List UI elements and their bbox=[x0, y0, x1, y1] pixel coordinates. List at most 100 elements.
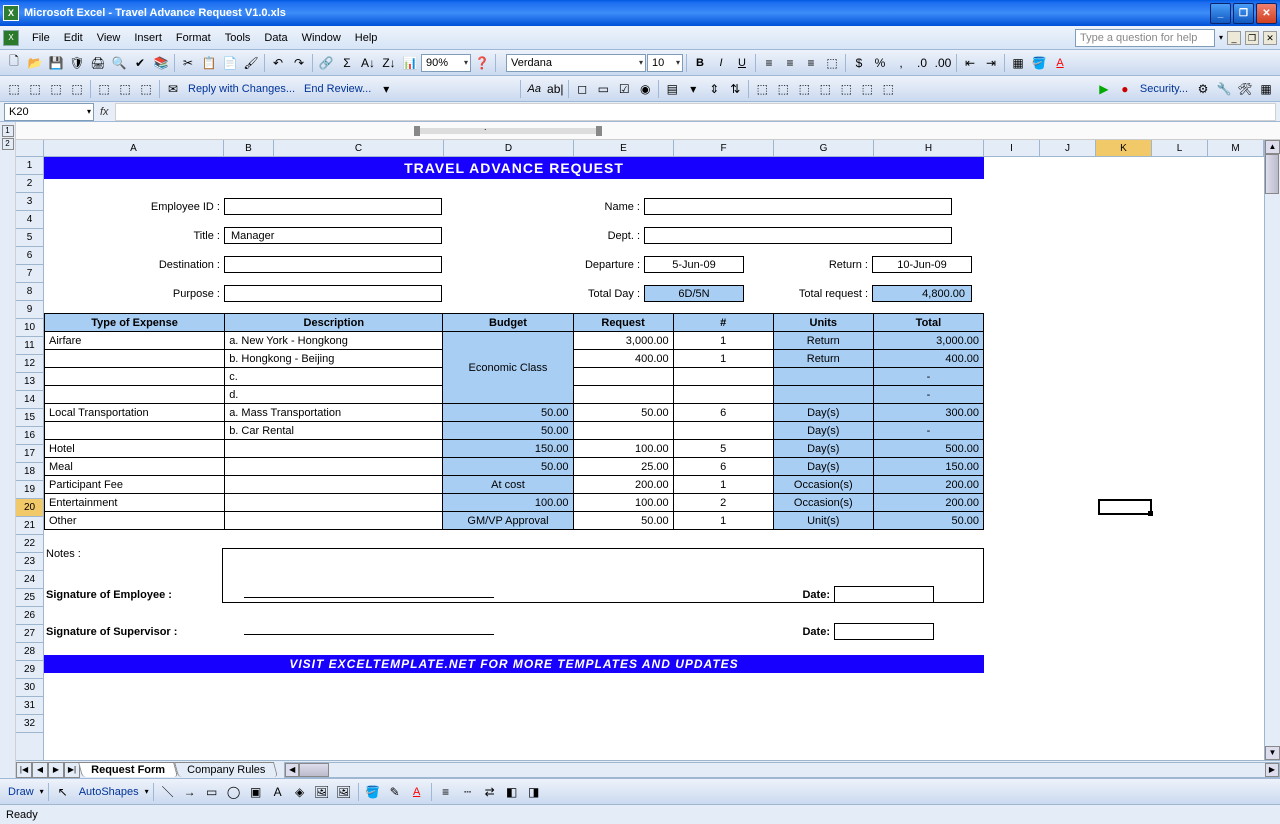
rev8-icon[interactable]: ✉ bbox=[163, 79, 183, 99]
field-purpose[interactable] bbox=[224, 285, 442, 302]
formula-input[interactable] bbox=[115, 103, 1276, 121]
spell-icon[interactable]: ✔ bbox=[130, 53, 150, 73]
table-row[interactable]: Meal50.0025.006Day(s)150.00 bbox=[45, 458, 984, 476]
menu-view[interactable]: View bbox=[90, 29, 128, 47]
format-painter-icon[interactable]: 🖌 bbox=[241, 53, 261, 73]
research-icon[interactable]: 📚 bbox=[151, 53, 171, 73]
table-row[interactable]: Hotel150.00100.005Day(s)500.00 bbox=[45, 440, 984, 458]
menu-file[interactable]: File bbox=[25, 29, 57, 47]
table-row[interactable]: Airfarea. New York - HongkongEconomic Cl… bbox=[45, 332, 984, 350]
field-title[interactable]: Manager bbox=[224, 227, 442, 244]
form-more4-icon[interactable]: ⬚ bbox=[815, 79, 835, 99]
fill-icon[interactable]: 🪣 bbox=[363, 782, 383, 802]
ask-question-input[interactable] bbox=[1075, 29, 1215, 47]
row-header-21[interactable]: 21 bbox=[16, 517, 43, 535]
col-header-F[interactable]: F bbox=[674, 140, 774, 156]
new-icon[interactable]: 🗋 bbox=[4, 53, 24, 73]
expense-table[interactable]: Type of ExpenseDescriptionBudgetRequest#… bbox=[44, 313, 984, 530]
wordart-icon[interactable]: A bbox=[268, 782, 288, 802]
field-employee-id[interactable] bbox=[224, 198, 442, 215]
form-more3-icon[interactable]: ⬚ bbox=[794, 79, 814, 99]
table-row[interactable]: Local Transportationa. Mass Transportati… bbox=[45, 404, 984, 422]
currency-icon[interactable]: $ bbox=[849, 53, 869, 73]
rev1-icon[interactable]: ⬚ bbox=[4, 79, 24, 99]
cut-icon[interactable]: ✂ bbox=[178, 53, 198, 73]
field-dept[interactable] bbox=[644, 227, 952, 244]
col-header-L[interactable]: L bbox=[1152, 140, 1208, 156]
zoom-combo[interactable]: 90% bbox=[421, 54, 471, 72]
inc-indent-icon[interactable]: ⇥ bbox=[981, 53, 1001, 73]
row-header-19[interactable]: 19 bbox=[16, 481, 43, 499]
clipart-icon[interactable]: 🖼 bbox=[312, 782, 332, 802]
minimize-button[interactable]: _ bbox=[1210, 3, 1231, 24]
row-header-26[interactable]: 26 bbox=[16, 607, 43, 625]
form-more1-icon[interactable]: ⬚ bbox=[752, 79, 772, 99]
tab-company-rules[interactable]: Company Rules bbox=[174, 762, 278, 777]
row-header-29[interactable]: 29 bbox=[16, 661, 43, 679]
3d-icon[interactable]: ◨ bbox=[524, 782, 544, 802]
underline-icon[interactable]: U bbox=[732, 53, 752, 73]
fontcolor2-icon[interactable]: A bbox=[407, 782, 427, 802]
form-group-icon[interactable]: ◻ bbox=[572, 79, 592, 99]
reply-changes[interactable]: Reply with Changes... bbox=[184, 83, 299, 95]
comma-icon[interactable]: , bbox=[891, 53, 911, 73]
rev2-icon[interactable]: ⬚ bbox=[25, 79, 45, 99]
linestyle-icon[interactable]: ≡ bbox=[436, 782, 456, 802]
form-combo-icon[interactable]: ▾ bbox=[683, 79, 703, 99]
fx-icon[interactable]: fx bbox=[100, 106, 109, 118]
autoshapes-menu[interactable]: AutoShapes bbox=[75, 786, 143, 798]
v-scrollbar[interactable]: ▲ ▼ bbox=[1264, 140, 1280, 760]
row-header-28[interactable]: 28 bbox=[16, 643, 43, 661]
rev5-icon[interactable]: ⬚ bbox=[94, 79, 114, 99]
rev3-icon[interactable]: ⬚ bbox=[46, 79, 66, 99]
line-icon[interactable]: ＼ bbox=[158, 782, 178, 802]
form-option-icon[interactable]: ◉ bbox=[635, 79, 655, 99]
row-header-2[interactable]: 2 bbox=[16, 175, 43, 193]
align-left-icon[interactable]: ≡ bbox=[759, 53, 779, 73]
inc-decimal-icon[interactable]: .0 bbox=[912, 53, 932, 73]
chart-icon[interactable]: 📊 bbox=[400, 53, 420, 73]
row-header-8[interactable]: 8 bbox=[16, 283, 43, 301]
rect-icon[interactable]: ▭ bbox=[202, 782, 222, 802]
end-review[interactable]: End Review... bbox=[300, 83, 375, 95]
vbe-icon[interactable]: ⚙ bbox=[1193, 79, 1213, 99]
rev-drop-icon[interactable]: ▾ bbox=[376, 79, 396, 99]
menu-tools[interactable]: Tools bbox=[218, 29, 258, 47]
draw-menu[interactable]: Draw bbox=[4, 786, 38, 798]
form-label-icon[interactable]: Aa bbox=[524, 79, 544, 99]
table-row[interactable]: Entertainment100.00100.002Occasion(s)200… bbox=[45, 494, 984, 512]
permission-icon[interactable]: 🛡 bbox=[67, 53, 87, 73]
rev4-icon[interactable]: ⬚ bbox=[67, 79, 87, 99]
table-row[interactable]: b. Car Rental50.00Day(s)- bbox=[45, 422, 984, 440]
field-departure[interactable]: 5-Jun-09 bbox=[644, 256, 744, 273]
row-header-10[interactable]: 10 bbox=[16, 319, 43, 337]
row-header-5[interactable]: 5 bbox=[16, 229, 43, 247]
percent-icon[interactable]: % bbox=[870, 53, 890, 73]
oval-icon[interactable]: ◯ bbox=[224, 782, 244, 802]
menu-data[interactable]: Data bbox=[257, 29, 294, 47]
col-headers[interactable]: ABCDEFGHIJKLM bbox=[44, 140, 1264, 157]
italic-icon[interactable]: I bbox=[711, 53, 731, 73]
macro-play-icon[interactable]: ▶ bbox=[1094, 79, 1114, 99]
col-header-H[interactable]: H bbox=[874, 140, 984, 156]
row-header-18[interactable]: 18 bbox=[16, 463, 43, 481]
menu-window[interactable]: Window bbox=[295, 29, 348, 47]
row-header-1[interactable]: 1 bbox=[16, 157, 43, 175]
print-icon[interactable]: 🖨 bbox=[88, 53, 108, 73]
tab-prev-icon[interactable]: ◀ bbox=[32, 762, 48, 778]
copy-icon[interactable]: 📋 bbox=[199, 53, 219, 73]
app-icon[interactable]: X bbox=[3, 30, 19, 46]
menu-edit[interactable]: Edit bbox=[57, 29, 90, 47]
row-header-23[interactable]: 23 bbox=[16, 553, 43, 571]
row-header-16[interactable]: 16 bbox=[16, 427, 43, 445]
col-header-J[interactable]: J bbox=[1040, 140, 1096, 156]
mdi-restore[interactable]: ❐ bbox=[1245, 31, 1259, 45]
field-date2[interactable] bbox=[834, 623, 934, 640]
vbe3-icon[interactable]: 🛠 bbox=[1235, 79, 1255, 99]
row-header-13[interactable]: 13 bbox=[16, 373, 43, 391]
h-scrollbar[interactable]: ◀▶ bbox=[284, 762, 1280, 778]
row-header-20[interactable]: 20 bbox=[16, 499, 43, 517]
align-right-icon[interactable]: ≡ bbox=[801, 53, 821, 73]
dec-indent-icon[interactable]: ⇤ bbox=[960, 53, 980, 73]
outline-bar[interactable]: 12 bbox=[0, 122, 16, 778]
